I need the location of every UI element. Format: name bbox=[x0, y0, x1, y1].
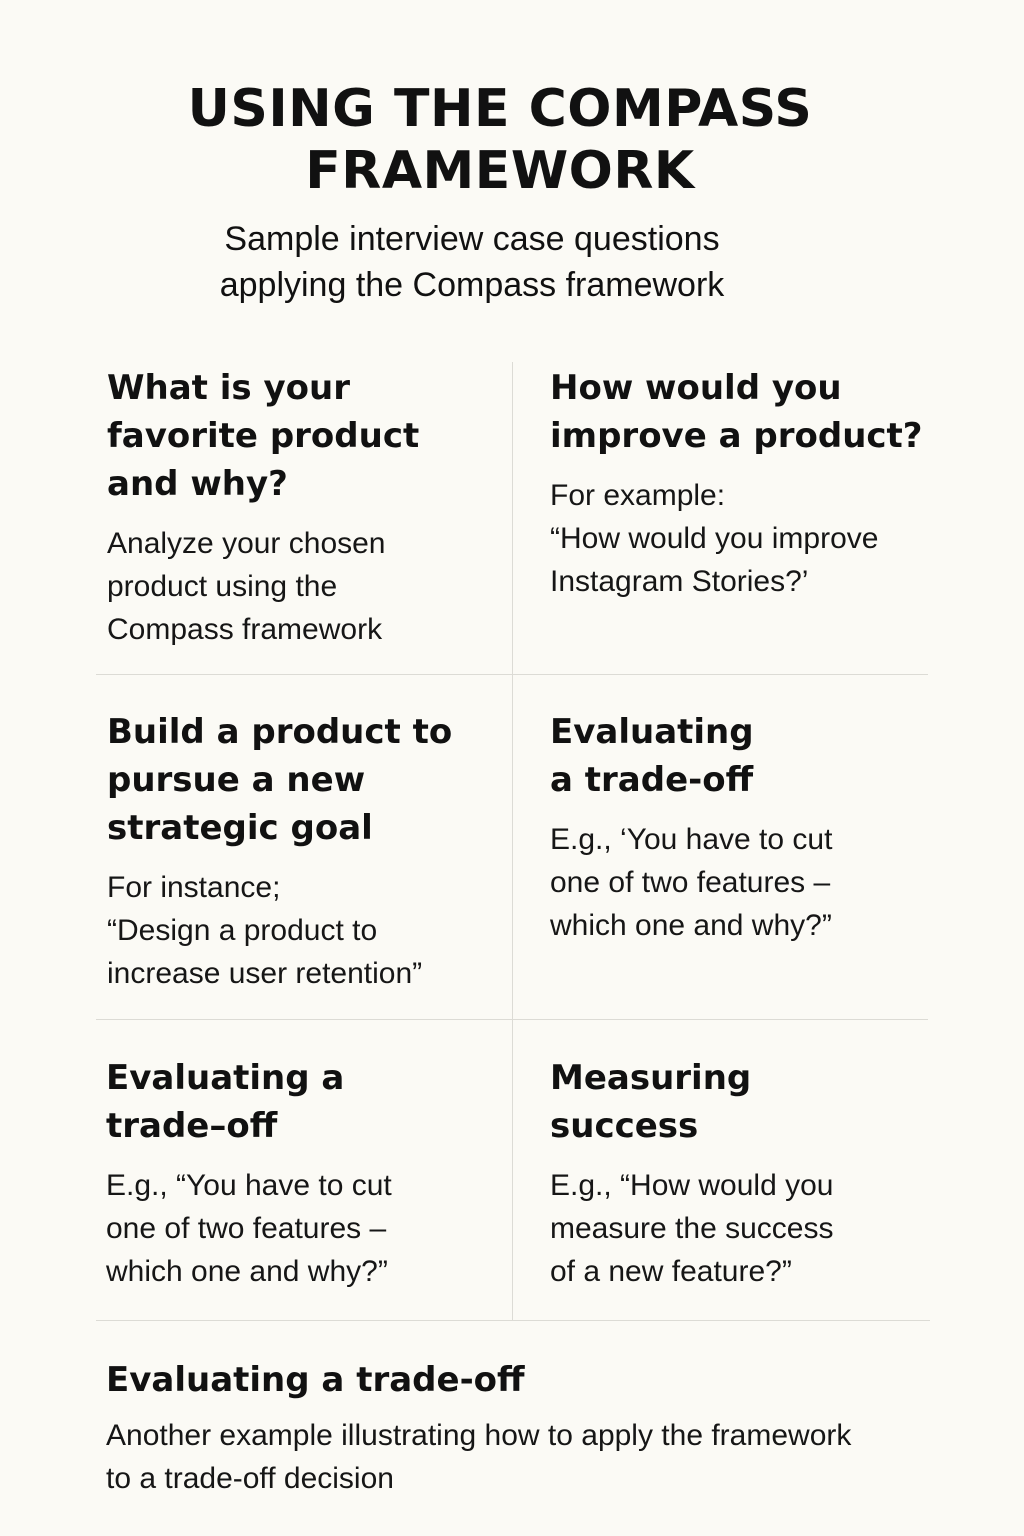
case-card-title-line: Evaluating bbox=[550, 712, 754, 752]
case-card-body-line: E.g., “How would you bbox=[550, 1169, 834, 1202]
page-subtitle-line: Sample interview case questions bbox=[224, 220, 720, 258]
case-card-title-line: What is your bbox=[107, 368, 350, 408]
page-subtitle-line: applying the Compass framework bbox=[219, 266, 725, 304]
case-card-title-line: Build a product to bbox=[107, 712, 453, 752]
case-card-favorite-product: What is your favorite product and why? A… bbox=[107, 364, 507, 651]
case-card-body-line: one of two features – bbox=[106, 1212, 387, 1245]
case-card-title: What is your favorite product and why? bbox=[107, 364, 507, 508]
case-card-title: Evaluating a trade–off bbox=[106, 1054, 506, 1150]
grid-divider-vertical bbox=[512, 362, 513, 1320]
case-card-title: Evaluating a trade-off bbox=[550, 708, 930, 804]
page-subtitle: Sample interview case questions applying… bbox=[0, 216, 944, 308]
case-card-body-line: For example: bbox=[550, 479, 726, 512]
case-card-title-line: favorite product bbox=[107, 416, 420, 456]
case-card-title-line: pursue a new bbox=[107, 760, 366, 800]
case-card-body-line: Instagram Stories?’ bbox=[550, 565, 809, 598]
case-card-title-line: Measuring bbox=[550, 1058, 752, 1098]
case-card-improve-product: How would you improve a product? For exa… bbox=[550, 364, 930, 603]
case-card-body-line: E.g., ‘You have to cut bbox=[550, 823, 833, 856]
case-card-trade-off-second: Evaluating a trade–off E.g., “You have t… bbox=[106, 1054, 506, 1293]
case-card-body: For instance; “Design a product to incre… bbox=[107, 866, 507, 995]
case-card-strategic-goal: Build a product to pursue a new strategi… bbox=[107, 708, 507, 995]
case-card-title-line: and why? bbox=[107, 464, 288, 504]
case-card-body-line: E.g., “You have to cut bbox=[106, 1169, 392, 1202]
footer-case-card: Evaluating a trade-off Another example i… bbox=[106, 1356, 1006, 1500]
footer-case-body-line: Another example illustrating how to appl… bbox=[106, 1419, 852, 1452]
infographic-page: USING THE COMPASS FRAMEWORK Sample inter… bbox=[0, 0, 1024, 1536]
case-card-title: Measuring success bbox=[550, 1054, 930, 1150]
case-card-title-line: Evaluating a bbox=[106, 1058, 345, 1098]
case-card-body: E.g., “You have to cut one of two featur… bbox=[106, 1164, 506, 1293]
case-card-body-line: of a new feature?” bbox=[550, 1255, 792, 1288]
case-card-title-line: a trade-off bbox=[550, 760, 754, 800]
page-title-line: FRAMEWORK bbox=[305, 141, 695, 201]
grid-divider-horizontal bbox=[96, 1320, 930, 1321]
page-title-line: USING THE COMPASS bbox=[187, 79, 813, 139]
grid-divider-horizontal bbox=[96, 674, 928, 675]
case-card-body: Analyze your chosen product using the Co… bbox=[107, 522, 507, 651]
case-card-trade-off: Evaluating a trade-off E.g., ‘You have t… bbox=[550, 708, 930, 947]
case-card-body-line: which one and why?” bbox=[106, 1255, 388, 1288]
case-card-body: E.g., ‘You have to cut one of two featur… bbox=[550, 818, 930, 947]
case-card-title-line: success bbox=[550, 1106, 699, 1146]
case-card-title: How would you improve a product? bbox=[550, 364, 930, 460]
case-card-body: For example: “How would you improve Inst… bbox=[550, 474, 930, 603]
footer-case-body-line: to a trade-off decision bbox=[106, 1462, 394, 1495]
page-title: USING THE COMPASS FRAMEWORK bbox=[0, 78, 1000, 202]
case-question-grid: What is your favorite product and why? A… bbox=[96, 362, 930, 1322]
case-card-body-line: measure the success bbox=[550, 1212, 834, 1245]
case-card-body-line: “How would you improve bbox=[550, 522, 879, 555]
case-card-title: Build a product to pursue a new strategi… bbox=[107, 708, 507, 852]
case-card-body-line: Compass framework bbox=[107, 613, 383, 646]
case-card-body-line: increase user retention” bbox=[107, 957, 423, 990]
case-card-title-line: improve a product? bbox=[550, 416, 923, 456]
case-card-title-line: trade–off bbox=[106, 1106, 278, 1146]
case-card-body-line: one of two features – bbox=[550, 866, 831, 899]
case-card-body-line: “Design a product to bbox=[107, 914, 378, 947]
case-card-body-line: product using the bbox=[107, 570, 338, 603]
case-card-title-line: How would you bbox=[550, 368, 842, 408]
footer-case-body: Another example illustrating how to appl… bbox=[106, 1414, 1006, 1500]
footer-case-title: Evaluating a trade-off bbox=[106, 1360, 525, 1400]
grid-divider-horizontal bbox=[96, 1019, 928, 1020]
case-card-measuring-success: Measuring success E.g., “How would you m… bbox=[550, 1054, 930, 1293]
case-card-body-line: For instance; bbox=[107, 871, 281, 904]
case-card-body-line: Analyze your chosen bbox=[107, 527, 386, 560]
case-card-body-line: which one and why?” bbox=[550, 909, 832, 942]
case-card-title-line: strategic goal bbox=[107, 808, 373, 848]
case-card-body: E.g., “How would you measure the success… bbox=[550, 1164, 930, 1293]
